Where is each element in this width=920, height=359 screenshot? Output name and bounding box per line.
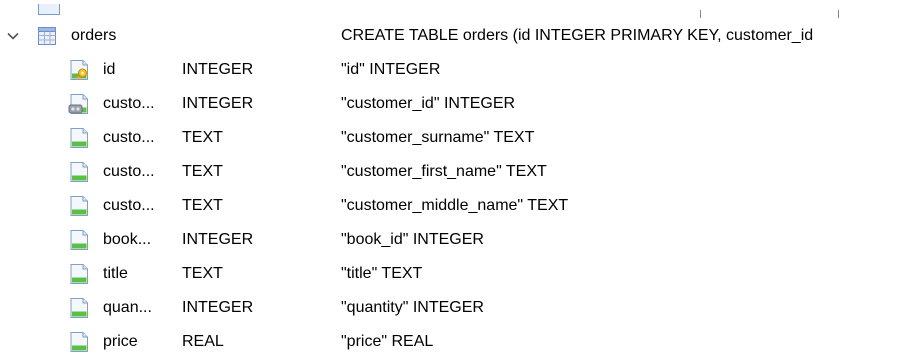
field-icon <box>67 194 91 218</box>
field-name: custo... <box>103 197 155 214</box>
field-name: custo... <box>103 163 155 180</box>
field-type: TEXT <box>182 163 223 180</box>
field-icon <box>67 126 91 150</box>
field-name: price <box>103 333 138 350</box>
field-type: INTEGER <box>182 299 254 316</box>
field-name: custo... <box>103 95 155 112</box>
primary-key-field-icon <box>67 58 91 82</box>
field-schema: "customer_id" INTEGER <box>341 95 516 112</box>
field-icon <box>67 160 91 184</box>
foreign-key-field-icon <box>67 92 91 116</box>
table-name: orders <box>71 27 117 44</box>
tree-item-field[interactable]: quan... INTEGER "quantity" INTEGER <box>0 291 920 325</box>
tree-item-field[interactable]: custo... INTEGER "customer_id" INTEGER <box>0 87 920 121</box>
tree-item-field[interactable]: book... INTEGER "book_id" INTEGER <box>0 223 920 257</box>
table-icon <box>38 27 56 45</box>
tree-item-field[interactable]: custo... TEXT "customer_surname" TEXT <box>0 121 920 155</box>
field-schema: "id" INTEGER <box>341 61 441 78</box>
field-name: title <box>103 265 128 282</box>
field-type: REAL <box>182 333 224 350</box>
field-name: custo... <box>103 129 155 146</box>
field-schema: "customer_first_name" TEXT <box>341 163 547 180</box>
tree-item-field[interactable]: custo... TEXT "customer_first_name" TEXT <box>0 155 920 189</box>
field-name: book... <box>103 231 152 248</box>
field-schema: "price" REAL <box>341 333 434 350</box>
chevron-down-icon[interactable] <box>6 29 20 43</box>
table-icon <box>38 4 60 15</box>
tree-item-field[interactable]: title TEXT "title" TEXT <box>0 257 920 291</box>
field-type: INTEGER <box>182 231 254 248</box>
field-schema: "quantity" INTEGER <box>341 299 484 316</box>
tree-item-table-orders[interactable]: orders CREATE TABLE orders (id INTEGER P… <box>0 19 920 53</box>
field-name: quan... <box>103 299 152 316</box>
field-type: TEXT <box>182 197 223 214</box>
tree-item-field[interactable]: id INTEGER "id" INTEGER <box>0 53 920 87</box>
field-schema: "title" TEXT <box>341 265 423 282</box>
previous-row-partial <box>0 0 920 18</box>
paren-fragment <box>832 10 839 18</box>
field-type: TEXT <box>182 265 223 282</box>
field-schema: "customer_surname" TEXT <box>341 129 535 146</box>
field-type: INTEGER <box>182 61 254 78</box>
field-icon <box>67 262 91 286</box>
field-type: TEXT <box>182 129 223 146</box>
field-schema: "customer_middle_name" TEXT <box>341 197 569 214</box>
field-icon <box>67 330 91 354</box>
tree-item-field[interactable]: custo... TEXT "customer_middle_name" TEXT <box>0 189 920 223</box>
field-icon <box>67 228 91 252</box>
paren-fragment <box>700 10 707 18</box>
field-schema: "book_id" INTEGER <box>341 231 484 248</box>
field-name: id <box>103 61 116 78</box>
table-schema: CREATE TABLE orders (id INTEGER PRIMARY … <box>341 27 814 44</box>
field-icon <box>67 296 91 320</box>
field-type: INTEGER <box>182 95 254 112</box>
tree-item-field[interactable]: price REAL "price" REAL <box>0 325 920 359</box>
